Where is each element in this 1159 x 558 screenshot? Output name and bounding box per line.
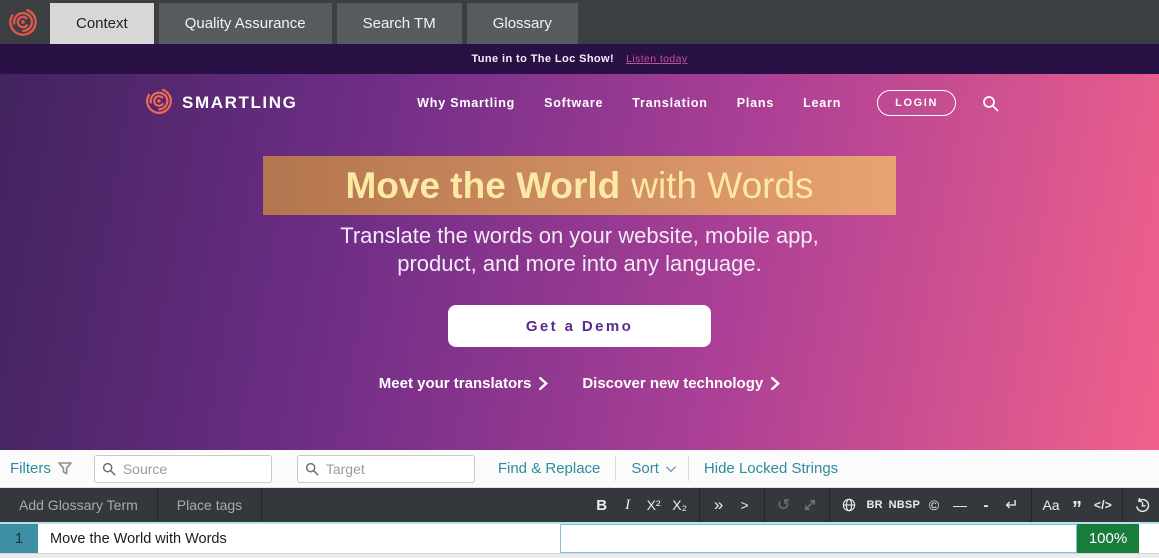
code-view-button[interactable]: </> — [1090, 488, 1116, 522]
globe-special-chars-icon[interactable] — [836, 488, 862, 522]
banner-link[interactable]: Listen today — [626, 53, 687, 65]
copyright-symbol-button[interactable]: © — [921, 488, 947, 522]
tab-search-tm[interactable]: Search TM — [336, 3, 462, 44]
site-nav: Why Smartling Software Translation Plans… — [417, 96, 841, 110]
tab-context[interactable]: Context — [50, 3, 154, 44]
smartling-logo-icon — [8, 7, 38, 37]
search-icon — [102, 462, 116, 481]
divider — [763, 488, 765, 522]
nav-software[interactable]: Software — [544, 96, 603, 110]
tab-glossary[interactable]: Glossary — [466, 3, 578, 44]
source-search — [93, 454, 272, 483]
filter-bar: Filters Find & Replace Sort Hide Locked … — [0, 450, 1159, 488]
hero-links: Meet your translators Discover new techn… — [0, 375, 1159, 392]
smartling-cat-workbench: Context Quality Assurance Search TM Glos… — [0, 0, 1159, 558]
site-header: SMARTLING Why Smartling Software Transla… — [0, 80, 1159, 126]
target-search — [296, 454, 475, 483]
carriage-return-button[interactable]: ↵ — [999, 488, 1025, 522]
undo-icon[interactable]: ↺ — [771, 488, 797, 522]
divider — [698, 488, 700, 522]
divider — [828, 488, 830, 522]
source-text-cell[interactable]: Move the World with Words — [38, 524, 560, 553]
filters-button[interactable]: Filters — [10, 460, 72, 477]
divider — [1122, 488, 1123, 522]
login-button[interactable]: LOGIN — [877, 90, 956, 116]
formatting-icons: B I X² X₂ » > ↺ BR NBSP © — - ↵ Aa ” </> — [589, 488, 1159, 522]
tab-quality-assurance[interactable]: Quality Assurance — [158, 3, 332, 44]
em-dash-button[interactable]: — — [947, 488, 973, 522]
context-preview: SMARTLING Why Smartling Software Transla… — [0, 74, 1159, 524]
collapse-tags-icon[interactable] — [797, 488, 823, 522]
br-tag-button[interactable]: BR — [862, 488, 888, 522]
hero-title-light: with Words — [631, 164, 814, 206]
italic-button[interactable]: I — [615, 488, 641, 522]
row-end-spacer — [1139, 524, 1159, 553]
hero-title-highlighted-string[interactable]: Move the World with Words — [263, 156, 896, 215]
add-glossary-term-button[interactable]: Add Glossary Term — [0, 488, 157, 522]
hero-subtitle: Translate the words on your website, mob… — [0, 222, 1159, 278]
hide-locked-strings-link[interactable]: Hide Locked Strings — [704, 460, 838, 477]
search-icon — [305, 462, 319, 481]
divider — [687, 456, 689, 481]
hero-title-bold: Move the World — [345, 164, 621, 206]
row-number[interactable]: 1 — [0, 524, 38, 553]
place-tags-button[interactable]: Place tags — [158, 488, 261, 522]
meet-your-translators-link[interactable]: Meet your translators — [379, 375, 549, 392]
search-icon[interactable] — [982, 95, 999, 112]
hyphen-button[interactable]: - — [973, 488, 999, 522]
nbsp-button[interactable]: NBSP — [888, 488, 921, 522]
hero-subtitle-line2: product, and more into any language. — [397, 251, 762, 276]
editor-toolbar: Add Glossary Term Place tags B I X² X₂ »… — [0, 488, 1159, 522]
target-editor-cell[interactable] — [560, 524, 1077, 553]
smartling-logo-icon — [145, 87, 173, 120]
insert-all-tags-button[interactable]: » — [706, 488, 732, 522]
site-brand[interactable]: SMARTLING — [145, 87, 297, 120]
chevron-right-icon — [539, 377, 549, 390]
insert-next-tag-button[interactable]: > — [732, 488, 758, 522]
string-row: 1 Move the World with Words 100% — [0, 522, 1159, 553]
find-and-replace-link[interactable]: Find & Replace — [498, 460, 601, 477]
meet-your-translators-label: Meet your translators — [378, 375, 532, 392]
subscript-button[interactable]: X₂ — [667, 488, 693, 522]
discover-new-technology-link[interactable]: Discover new technology — [582, 375, 781, 392]
chevron-right-icon — [771, 377, 781, 390]
banner-text: Tune in to The Loc Show! — [471, 53, 615, 65]
smart-quotes-button[interactable]: ” — [1064, 488, 1090, 522]
sort-dropdown[interactable]: Sort — [631, 460, 676, 477]
superscript-button[interactable]: X² — [641, 488, 667, 522]
site-brand-name: SMARTLING — [182, 93, 298, 112]
change-case-button[interactable]: Aa — [1038, 488, 1064, 522]
tm-match-badge: 100% — [1077, 524, 1139, 553]
sort-label: Sort — [631, 460, 659, 477]
funnel-icon — [58, 462, 72, 475]
filters-label: Filters — [10, 460, 51, 477]
target-search-input[interactable] — [296, 454, 475, 483]
chevron-down-icon — [665, 462, 676, 473]
bottom-strip — [0, 553, 1159, 558]
hero-subtitle-line1: Translate the words on your website, mob… — [340, 223, 819, 248]
workbench-tabbar: Context Quality Assurance Search TM Glos… — [0, 0, 1159, 44]
source-search-input[interactable] — [93, 454, 272, 483]
discover-new-technology-label: Discover new technology — [582, 375, 764, 392]
divider — [261, 488, 263, 522]
nav-translation[interactable]: Translation — [632, 96, 707, 110]
nav-why-smartling[interactable]: Why Smartling — [417, 96, 515, 110]
divider — [1031, 488, 1032, 522]
history-icon[interactable] — [1129, 488, 1155, 522]
nav-learn[interactable]: Learn — [803, 96, 841, 110]
nav-plans[interactable]: Plans — [737, 96, 774, 110]
announcement-banner: Tune in to The Loc Show! Listen today — [0, 44, 1159, 74]
divider — [615, 456, 617, 481]
bold-button[interactable]: B — [589, 488, 615, 522]
get-a-demo-button[interactable]: Get a Demo — [448, 305, 711, 347]
